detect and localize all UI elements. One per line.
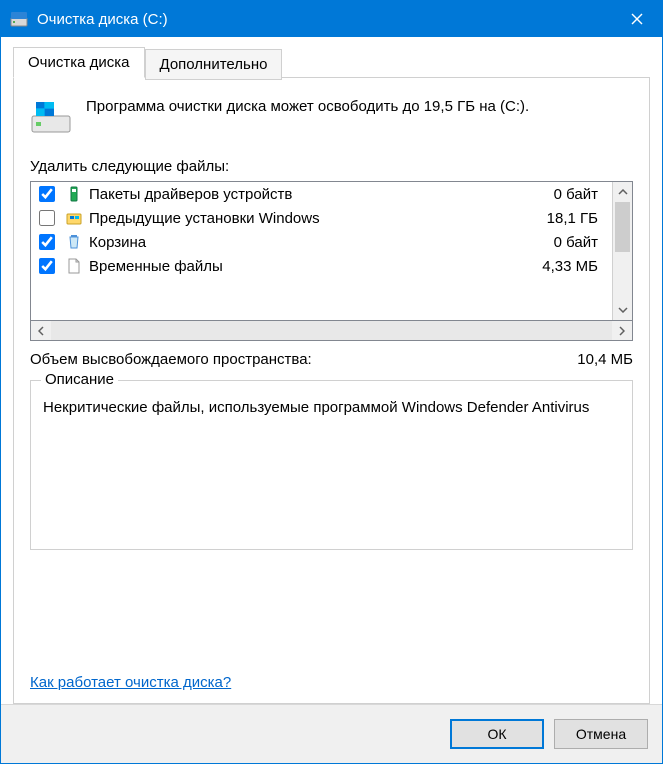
file-row-temp-files[interactable]: Временные файлы 4,33 МБ — [31, 254, 612, 278]
scroll-left-button[interactable] — [31, 321, 51, 340]
recycle-bin-icon — [65, 233, 83, 251]
description-text: Некритические файлы, используемые програ… — [43, 397, 620, 418]
file-row-driver-packages[interactable]: Пакеты драйверов устройств 0 байт — [31, 182, 612, 206]
close-button[interactable] — [612, 1, 662, 37]
disk-cleanup-window: Очистка диска (C:) Очистка диска Дополни… — [0, 0, 663, 764]
titlebar[interactable]: Очистка диска (C:) — [1, 1, 662, 37]
driver-icon — [65, 185, 83, 203]
dialog-button-row: ОК Отмена — [1, 704, 662, 763]
tab-content-cleanup: Программа очистки диска может освободить… — [13, 77, 650, 704]
file-row-previous-windows[interactable]: Предыдущие установки Windows 18,1 ГБ — [31, 206, 612, 230]
scroll-thumb[interactable] — [615, 202, 630, 252]
tab-cleanup[interactable]: Очистка диска — [13, 47, 145, 78]
tab-advanced[interactable]: Дополнительно — [145, 49, 283, 80]
file-size: 4,33 МБ — [542, 258, 606, 275]
chevron-up-icon — [618, 189, 628, 195]
checkbox-driver-packages[interactable] — [39, 186, 55, 202]
total-row: Объем высвобождаемого пространства: 10,4… — [30, 351, 633, 368]
file-size: 0 байт — [554, 186, 606, 203]
scroll-right-button[interactable] — [612, 321, 632, 340]
chevron-left-icon — [38, 326, 44, 336]
file-size: 0 байт — [554, 234, 606, 251]
total-label: Объем высвобождаемого пространства: — [30, 351, 312, 368]
scroll-down-button[interactable] — [613, 300, 632, 320]
horizontal-scrollbar[interactable] — [30, 321, 633, 341]
tab-strip: Очистка диска Дополнительно — [13, 47, 650, 78]
file-list-viewport[interactable]: Пакеты драйверов устройств 0 байт Предыд… — [31, 182, 612, 320]
description-legend: Описание — [41, 371, 118, 388]
ok-button[interactable]: ОК — [450, 719, 544, 749]
close-icon — [631, 13, 643, 25]
client-area: Очистка диска Дополнительно Программ — [1, 37, 662, 704]
vertical-scrollbar[interactable] — [612, 182, 632, 320]
chevron-right-icon — [619, 326, 625, 336]
disk-cleanup-icon — [9, 9, 29, 29]
help-link[interactable]: Как работает очистка диска? — [30, 674, 633, 691]
file-name: Предыдущие установки Windows — [89, 210, 541, 227]
checkbox-recycle-bin[interactable] — [39, 234, 55, 250]
windows-folder-icon — [65, 209, 83, 227]
scroll-track[interactable] — [613, 202, 632, 300]
description-group: Описание Некритические файлы, используем… — [30, 380, 633, 550]
total-value: 10,4 МБ — [577, 351, 633, 368]
file-row-recycle-bin[interactable]: Корзина 0 байт — [31, 230, 612, 254]
cancel-button[interactable]: Отмена — [554, 719, 648, 749]
window-title: Очистка диска (C:) — [37, 11, 612, 28]
intro-text: Программа очистки диска может освободить… — [86, 96, 529, 138]
file-size: 18,1 ГБ — [547, 210, 606, 227]
file-icon — [65, 257, 83, 275]
file-name: Корзина — [89, 234, 548, 251]
file-name: Временные файлы — [89, 258, 536, 275]
file-list: Пакеты драйверов устройств 0 байт Предыд… — [30, 181, 633, 321]
file-name: Пакеты драйверов устройств — [89, 186, 548, 203]
drive-icon — [30, 96, 72, 138]
checkbox-previous-windows[interactable] — [39, 210, 55, 226]
checkbox-temp-files[interactable] — [39, 258, 55, 274]
chevron-down-icon — [618, 307, 628, 313]
hscroll-track[interactable] — [51, 321, 612, 340]
intro-row: Программа очистки диска может освободить… — [30, 96, 633, 138]
scroll-up-button[interactable] — [613, 182, 632, 202]
files-to-delete-label: Удалить следующие файлы: — [30, 158, 633, 175]
